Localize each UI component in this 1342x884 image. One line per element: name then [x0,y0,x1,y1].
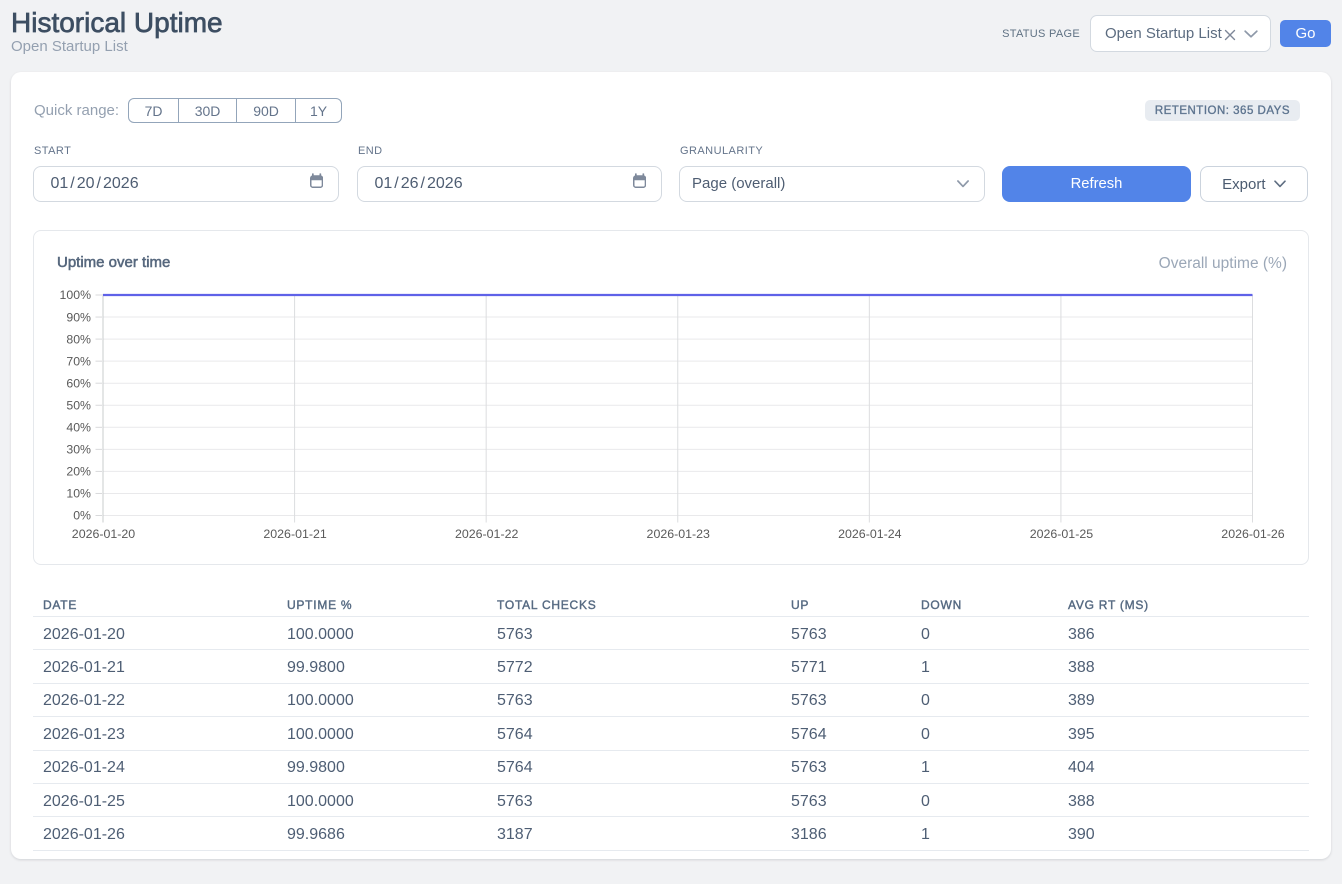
svg-text:2026-01-20: 2026-01-20 [72,527,135,541]
svg-text:100%: 100% [60,288,92,302]
svg-text:2026-01-26: 2026-01-26 [1221,527,1284,541]
svg-text:50%: 50% [66,398,91,412]
svg-text:40%: 40% [66,421,91,435]
svg-text:30%: 30% [66,443,91,457]
svg-text:10%: 10% [66,487,91,501]
svg-text:70%: 70% [66,354,91,368]
svg-text:2026-01-21: 2026-01-21 [263,527,326,541]
svg-text:2026-01-24: 2026-01-24 [838,527,901,541]
svg-text:20%: 20% [66,465,91,479]
svg-text:60%: 60% [66,376,91,390]
svg-text:2026-01-23: 2026-01-23 [647,527,710,541]
svg-text:2026-01-25: 2026-01-25 [1030,527,1093,541]
svg-text:2026-01-22: 2026-01-22 [455,527,518,541]
svg-text:0%: 0% [73,509,91,523]
svg-text:90%: 90% [66,310,91,324]
svg-text:80%: 80% [66,332,91,346]
